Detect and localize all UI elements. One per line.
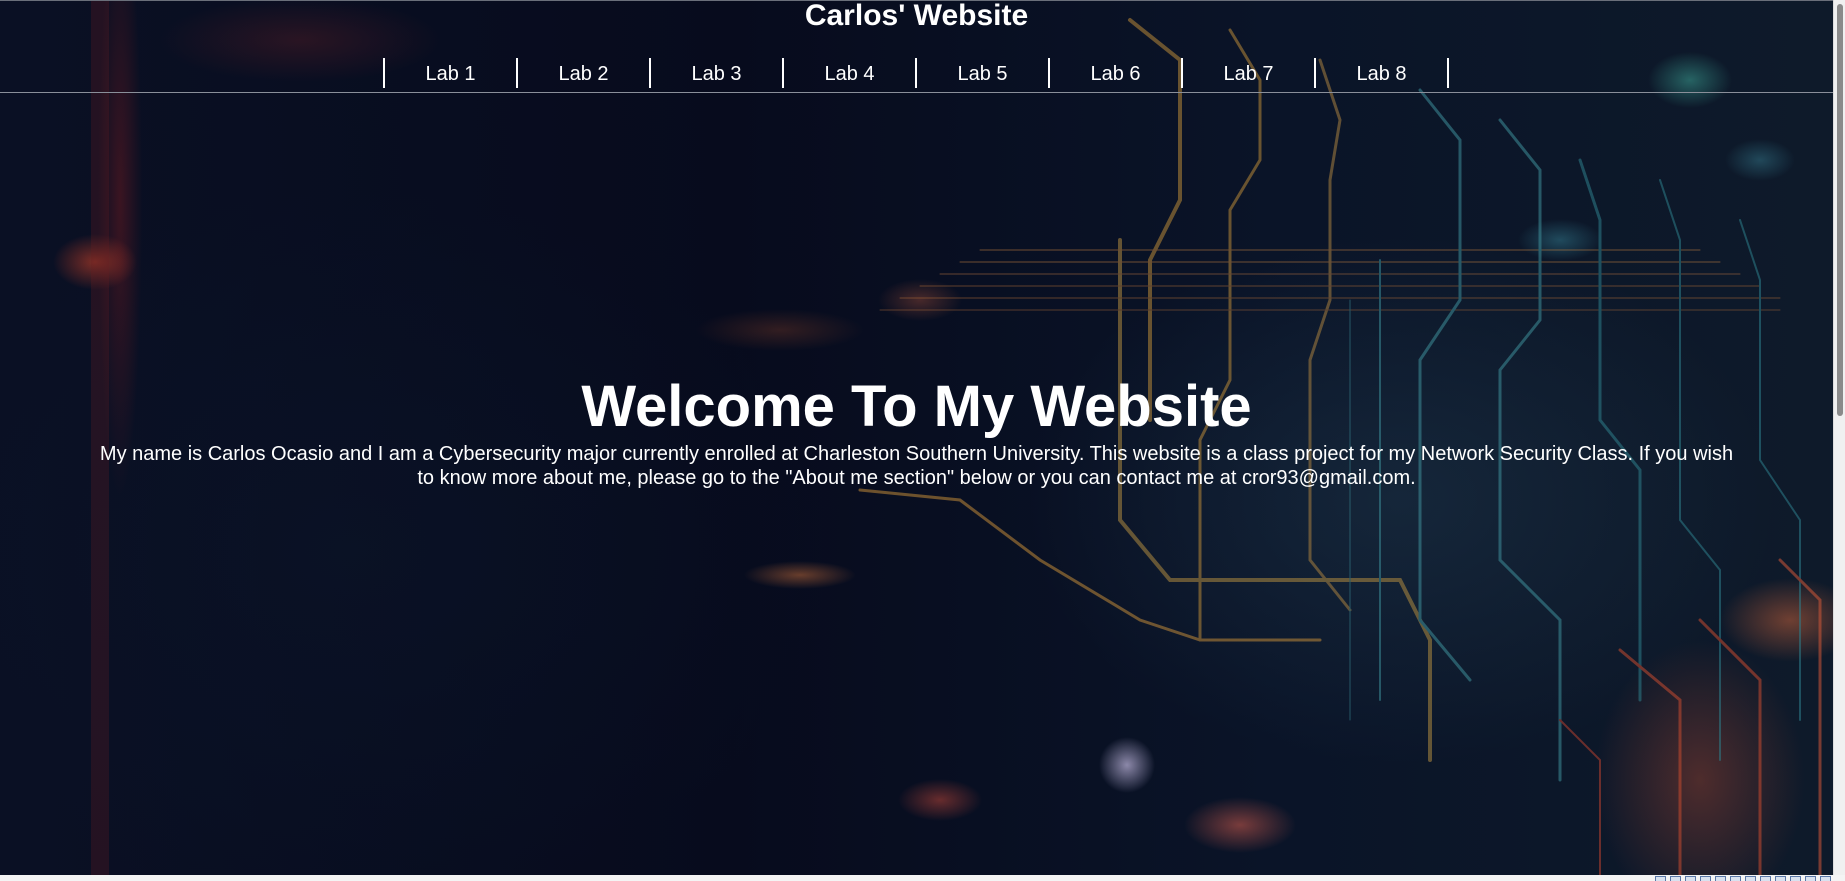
tray-icon[interactable] [1775, 876, 1786, 881]
lab-navigation: Lab 1 Lab 2 Lab 3 Lab 4 Lab 5 Lab 6 Lab … [383, 58, 1449, 88]
tray-icon[interactable] [1730, 876, 1741, 881]
nav-link-lab-1[interactable]: Lab 1 [385, 58, 518, 88]
tray-icon[interactable] [1655, 876, 1666, 881]
tray-icon[interactable] [1670, 876, 1681, 881]
intro-paragraph: My name is Carlos Ocasio and I am a Cybe… [99, 443, 1734, 489]
tray-icon[interactable] [1700, 876, 1711, 881]
welcome-heading: Welcome To My Website [581, 374, 1252, 439]
tray-icon[interactable] [1760, 876, 1771, 881]
status-bar [0, 875, 1845, 881]
nav-link-lab-4[interactable]: Lab 4 [784, 58, 917, 88]
hero-section: Welcome To My Website My name is Carlos … [0, 372, 1833, 490]
tray-icon[interactable] [1790, 876, 1801, 881]
scrollbar-thumb[interactable] [1837, 4, 1843, 416]
nav-link-lab-6[interactable]: Lab 6 [1050, 58, 1183, 88]
nav-link-lab-2[interactable]: Lab 2 [518, 58, 651, 88]
site-title: Carlos' Website [804, 0, 1029, 32]
tray-icon[interactable] [1805, 876, 1816, 881]
tray-icon[interactable] [1685, 876, 1696, 881]
tray-icon[interactable] [1745, 876, 1756, 881]
nav-link-lab-3[interactable]: Lab 3 [651, 58, 784, 88]
tray-icon[interactable] [1820, 876, 1831, 881]
tray-icon[interactable] [1715, 876, 1726, 881]
nav-link-lab-5[interactable]: Lab 5 [917, 58, 1050, 88]
nav-link-lab-8[interactable]: Lab 8 [1316, 58, 1449, 88]
page-viewport: Carlos' Website Lab 1 Lab 2 Lab 3 Lab 4 … [0, 0, 1833, 875]
vertical-scrollbar[interactable] [1833, 0, 1845, 875]
system-tray-icons [1655, 876, 1831, 881]
nav-link-lab-7[interactable]: Lab 7 [1183, 58, 1316, 88]
site-header: Carlos' Website Lab 1 Lab 2 Lab 3 Lab 4 … [0, 0, 1833, 93]
